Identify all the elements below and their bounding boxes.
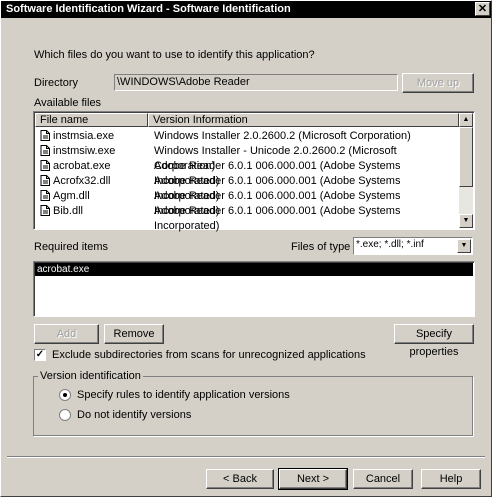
available-files-list[interactable]: File name Version Information instmsia.e… <box>33 111 475 232</box>
file-icon <box>40 205 50 221</box>
radio-do-not-identify-label[interactable]: Do not identify versions <box>77 409 191 421</box>
remove-button[interactable]: Remove <box>104 324 164 344</box>
title-bar: Software Identification Wizard - Softwar… <box>1 1 491 18</box>
list-item[interactable]: instmsia.exe Windows Installer 2.0.2600.… <box>36 129 456 144</box>
list-item[interactable]: Acrofx32.dll Adobe Reader 6.0.1 006.000.… <box>36 174 456 202</box>
file-name: Bib.dll <box>53 205 83 217</box>
file-version: Windows Installer 2.0.2600.2 (Microsoft … <box>154 130 411 142</box>
wizard-window: Software Identification Wizard - Softwar… <box>0 0 492 497</box>
list-item[interactable]: Agm.dll Adobe Reader 6.0.1 006.000.001 (… <box>36 189 456 217</box>
radio-do-not-identify[interactable] <box>59 409 71 421</box>
files-of-type-value: *.exe; *.dll; *.inf <box>356 239 424 250</box>
version-identification-label: Version identification <box>38 370 143 382</box>
directory-field: \WINDOWS\Adobe Reader <box>114 74 398 91</box>
column-header-version[interactable]: Version Information <box>148 113 459 127</box>
footer-divider <box>7 456 485 458</box>
list-item-selected[interactable]: acrobat.exe <box>35 263 473 276</box>
scroll-up-icon[interactable]: ▲ <box>459 113 473 127</box>
add-button[interactable]: Add <box>34 324 99 344</box>
list-item[interactable]: instmsiw.exe Windows Installer - Unicode… <box>36 144 456 172</box>
file-name: acrobat.exe <box>53 160 111 172</box>
help-button[interactable]: Help <box>421 469 481 489</box>
list-item[interactable]: acrobat.exe Adobe Reader 6.0.1 006.000.0… <box>36 159 456 187</box>
list-item[interactable]: Bib.dll Adobe Reader 6.0.1 006.000.001 (… <box>36 204 456 232</box>
file-name: instmsiw.exe <box>53 145 116 157</box>
files-of-type-label: Files of type <box>291 241 351 253</box>
prompt-text: Which files do you want to use to identi… <box>34 49 315 61</box>
required-items-label: Required items <box>34 241 108 253</box>
move-up-button[interactable]: Move up <box>402 73 474 93</box>
vertical-scrollbar[interactable]: ▲ ▼ <box>459 113 473 228</box>
file-version: Adobe Reader 6.0.1 006.000.001 (Adobe Sy… <box>154 205 401 232</box>
window-title: Software Identification Wizard - Softwar… <box>6 3 291 15</box>
radio-specify-rules[interactable] <box>59 389 71 401</box>
radio-specify-rules-label[interactable]: Specify rules to identify application ve… <box>77 389 290 401</box>
close-button[interactable]: ✕ <box>475 2 490 16</box>
back-button[interactable]: < Back <box>206 469 274 489</box>
file-name: Acrofx32.dll <box>53 175 111 187</box>
chevron-down-icon[interactable]: ▼ <box>457 239 471 253</box>
cancel-button[interactable]: Cancel <box>353 469 413 489</box>
files-of-type-select[interactable]: *.exe; *.dll; *.inf ▼ <box>353 237 473 255</box>
specify-properties-button[interactable]: Specify properties <box>394 324 474 358</box>
directory-label: Directory <box>34 77 79 89</box>
exclude-subdirs-checkbox[interactable]: ✓ <box>34 349 46 361</box>
required-items-list[interactable]: acrobat.exe <box>33 261 475 317</box>
file-name: Agm.dll <box>53 190 90 202</box>
version-identification-group <box>33 376 473 436</box>
scroll-thumb[interactable] <box>459 127 473 187</box>
next-button[interactable]: Next > <box>278 468 348 490</box>
file-name: instmsia.exe <box>53 130 115 142</box>
available-files-label: Available files <box>34 97 102 109</box>
column-header-file-name[interactable]: File name <box>35 113 148 127</box>
exclude-subdirs-label[interactable]: Exclude subdirectories from scans for un… <box>52 349 366 361</box>
close-icon: ✕ <box>477 3 488 15</box>
scroll-down-icon[interactable]: ▼ <box>459 214 473 228</box>
